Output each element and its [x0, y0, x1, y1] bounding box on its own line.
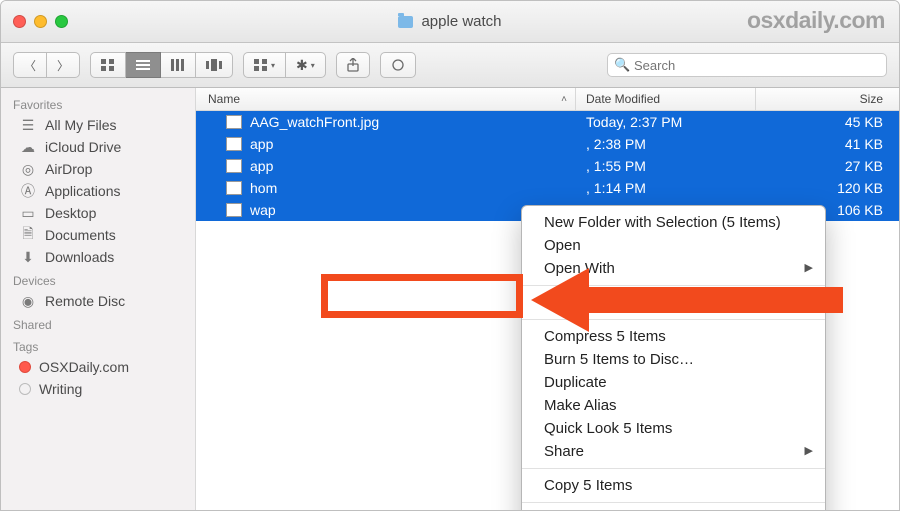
sidebar-item-applications[interactable]: ⒶApplications: [1, 180, 195, 202]
file-row[interactable]: hom , 1:14 PM 120 KB: [196, 177, 899, 199]
finder-window: apple watch osxdaily.com 〈 〉 ▾: [0, 0, 900, 511]
nav-buttons: 〈 〉: [13, 52, 80, 78]
context-menu: New Folder with Selection (5 Items) Open…: [521, 205, 826, 511]
all-my-files-icon: ☰: [19, 117, 37, 133]
sidebar-heading-shared: Shared: [1, 312, 195, 334]
titlebar: apple watch osxdaily.com: [1, 1, 899, 43]
file-icon: [226, 137, 242, 151]
cloud-icon: ☁: [19, 139, 37, 155]
cm-quick-look[interactable]: Quick Look 5 Items: [522, 417, 825, 440]
sidebar: Favorites ☰All My Files ☁iCloud Drive ◎A…: [1, 88, 196, 510]
minimize-window-button[interactable]: [34, 15, 47, 28]
column-view-button[interactable]: [161, 52, 196, 78]
sidebar-heading-devices: Devices: [1, 268, 195, 290]
file-icon: [226, 203, 242, 217]
cm-new-folder-with-selection[interactable]: New Folder with Selection (5 Items): [522, 211, 825, 234]
cm-make-alias[interactable]: Make Alias: [522, 394, 825, 417]
sidebar-tag-osxdaily[interactable]: OSXDaily.com: [1, 356, 195, 378]
cm-open[interactable]: Open: [522, 234, 825, 257]
list-view-button[interactable]: [126, 52, 161, 78]
sidebar-item-downloads[interactable]: ⬇Downloads: [1, 246, 195, 268]
arrange-actions: ▾ ✱▾: [243, 52, 326, 78]
applications-icon: Ⓐ: [19, 183, 37, 199]
file-icon: [226, 159, 242, 173]
cm-duplicate[interactable]: Duplicate: [522, 371, 825, 394]
sidebar-heading-tags: Tags: [1, 334, 195, 356]
annotation-highlight-box: [321, 274, 523, 318]
search-icon: 🔍: [614, 57, 630, 73]
arrange-button[interactable]: ▾: [243, 52, 286, 78]
column-header-size[interactable]: Size: [756, 88, 899, 110]
file-icon: [226, 115, 242, 129]
watermark-text: osxdaily.com: [747, 7, 885, 34]
documents-icon: 🗎: [19, 227, 37, 243]
view-mode-segment: [90, 52, 233, 78]
downloads-icon: ⬇: [19, 249, 37, 265]
arrow-head-icon: [531, 268, 589, 332]
forward-button[interactable]: 〉: [47, 52, 80, 78]
zoom-window-button[interactable]: [55, 15, 68, 28]
column-header-name[interactable]: Name˄: [196, 88, 576, 110]
toolbar: 〈 〉 ▾ ✱▾: [1, 43, 899, 88]
sidebar-heading-favorites: Favorites: [1, 92, 195, 114]
back-button[interactable]: 〈: [13, 52, 47, 78]
file-row[interactable]: AAG_watchFront.jpg Today, 2:37 PM 45 KB: [196, 111, 899, 133]
search-field[interactable]: 🔍: [607, 53, 887, 77]
icon-view-button[interactable]: [90, 52, 126, 78]
share-button[interactable]: [336, 52, 370, 78]
desktop-icon: ▭: [19, 205, 37, 221]
sidebar-item-documents[interactable]: 🗎Documents: [1, 224, 195, 246]
sidebar-item-airdrop[interactable]: ◎AirDrop: [1, 158, 195, 180]
tags-button[interactable]: [380, 52, 416, 78]
search-input[interactable]: [607, 53, 887, 77]
arrow-stem: [583, 287, 843, 313]
file-row[interactable]: app , 1:55 PM 27 KB: [196, 155, 899, 177]
close-window-button[interactable]: [13, 15, 26, 28]
column-header-date[interactable]: Date Modified: [576, 88, 756, 110]
sidebar-item-remote-disc[interactable]: ◉Remote Disc: [1, 290, 195, 312]
cm-burn[interactable]: Burn 5 Items to Disc…: [522, 348, 825, 371]
file-icon: [226, 181, 242, 195]
sidebar-item-all-my-files[interactable]: ☰All My Files: [1, 114, 195, 136]
window-title-text: apple watch: [421, 13, 501, 30]
gear-icon: ✱: [296, 57, 308, 74]
sidebar-tag-writing[interactable]: Writing: [1, 378, 195, 400]
cm-separator: [522, 502, 825, 503]
column-headers: Name˄ Date Modified Size: [196, 88, 899, 111]
sidebar-item-desktop[interactable]: ▭Desktop: [1, 202, 195, 224]
file-row[interactable]: app , 2:38 PM 41 KB: [196, 133, 899, 155]
cm-copy[interactable]: Copy 5 Items: [522, 474, 825, 497]
tag-dot-icon: [19, 361, 31, 373]
window-controls: [13, 15, 68, 28]
cm-separator: [522, 468, 825, 469]
folder-icon: [398, 16, 413, 28]
action-button[interactable]: ✱▾: [286, 52, 326, 78]
sidebar-item-icloud[interactable]: ☁iCloud Drive: [1, 136, 195, 158]
tag-dot-icon: [19, 383, 31, 395]
airdrop-icon: ◎: [19, 161, 37, 177]
cm-share[interactable]: Share: [522, 440, 825, 463]
disc-icon: ◉: [19, 293, 37, 309]
coverflow-view-button[interactable]: [196, 52, 233, 78]
sort-indicator-icon: ˄: [561, 94, 567, 105]
